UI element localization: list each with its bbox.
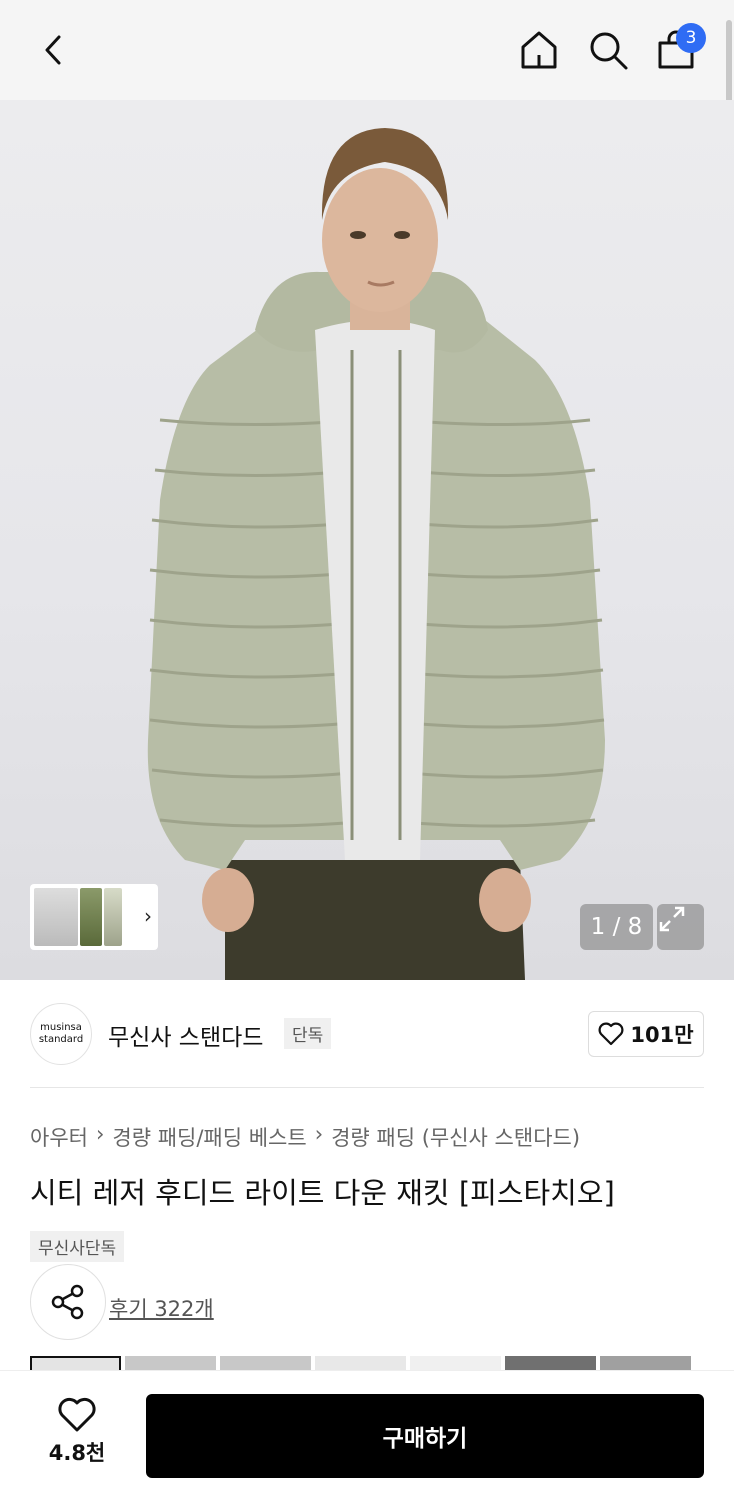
divider <box>30 1087 704 1088</box>
chevron-right-icon: › <box>95 1122 105 1146</box>
breadcrumb-item[interactable]: 아우터 <box>30 1122 88 1152</box>
share-icon <box>51 1284 84 1320</box>
bottom-action-bar: 4.8천 구매하기 <box>0 1370 734 1500</box>
product-page: 3 › 1 / 8 musinsa standard 무신사 스탠다드 단독 1… <box>0 0 734 1500</box>
brand-logo-line: musinsa <box>40 1022 82 1033</box>
model-photo <box>147 128 605 980</box>
color-option[interactable] <box>600 1356 691 1370</box>
home-button[interactable] <box>515 26 563 74</box>
wishlist-count: 4.8천 <box>48 1441 106 1465</box>
thumbnail-image[interactable] <box>80 888 102 946</box>
heart-icon <box>598 1022 624 1046</box>
fullscreen-button[interactable] <box>657 904 704 950</box>
color-option[interactable] <box>30 1356 121 1370</box>
cart-button[interactable]: 3 <box>652 23 706 74</box>
exclusive-badge: 무신사단독 <box>30 1231 125 1262</box>
thumbnail-image[interactable] <box>104 888 122 946</box>
brand-row: musinsa standard 무신사 스탠다드 단독 101만 <box>30 1000 704 1066</box>
product-title: 시티 레저 후디드 라이트 다운 재킷 [피스타치오] <box>30 1176 615 1210</box>
brand-name[interactable]: 무신사 스탠다드 <box>108 1018 263 1052</box>
search-icon <box>590 32 628 70</box>
chevron-left-icon <box>45 35 61 65</box>
product-image[interactable]: › 1 / 8 <box>0 100 734 980</box>
brand-like-count: 101만 <box>630 1023 694 1047</box>
buy-button[interactable]: 구매하기 <box>146 1394 704 1478</box>
chevron-right-icon[interactable]: › <box>144 904 152 928</box>
breadcrumb-item[interactable]: 경량 패딩 (무신사 스탠다드) <box>331 1122 580 1152</box>
expand-icon <box>659 906 685 932</box>
top-nav-bar: 3 <box>0 0 734 120</box>
breadcrumb: 아우터 › 경량 패딩/패딩 베스트 › 경량 패딩 (무신사 스탠다드) <box>30 1122 580 1152</box>
color-options <box>30 1356 734 1370</box>
search-button[interactable] <box>584 26 632 74</box>
color-option[interactable] <box>220 1356 311 1370</box>
color-option[interactable] <box>505 1356 596 1370</box>
home-icon <box>521 31 557 69</box>
cart-count-badge: 3 <box>676 23 706 53</box>
color-option[interactable] <box>315 1356 406 1370</box>
color-option[interactable] <box>125 1356 216 1370</box>
reviews-link[interactable]: 후기 322개 <box>109 1293 214 1323</box>
back-button[interactable] <box>30 26 78 74</box>
color-option[interactable] <box>410 1356 501 1370</box>
wishlist-button[interactable]: 4.8천 <box>36 1397 118 1467</box>
image-counter: 1 / 8 <box>580 904 653 950</box>
chevron-right-icon: › <box>314 1122 324 1146</box>
breadcrumb-item[interactable]: 경량 패딩/패딩 베스트 <box>112 1122 306 1152</box>
brand-like-button[interactable]: 101만 <box>588 1011 704 1057</box>
brand-exclusive-tag: 단독 <box>284 1018 332 1049</box>
brand-logo-line: standard <box>38 1034 84 1045</box>
thumbnail-image[interactable] <box>34 888 78 946</box>
brand-logo[interactable]: musinsa standard <box>30 1003 92 1065</box>
share-button[interactable] <box>30 1264 106 1340</box>
heart-icon <box>58 1397 96 1432</box>
thumbnail-strip[interactable]: › <box>30 884 158 950</box>
